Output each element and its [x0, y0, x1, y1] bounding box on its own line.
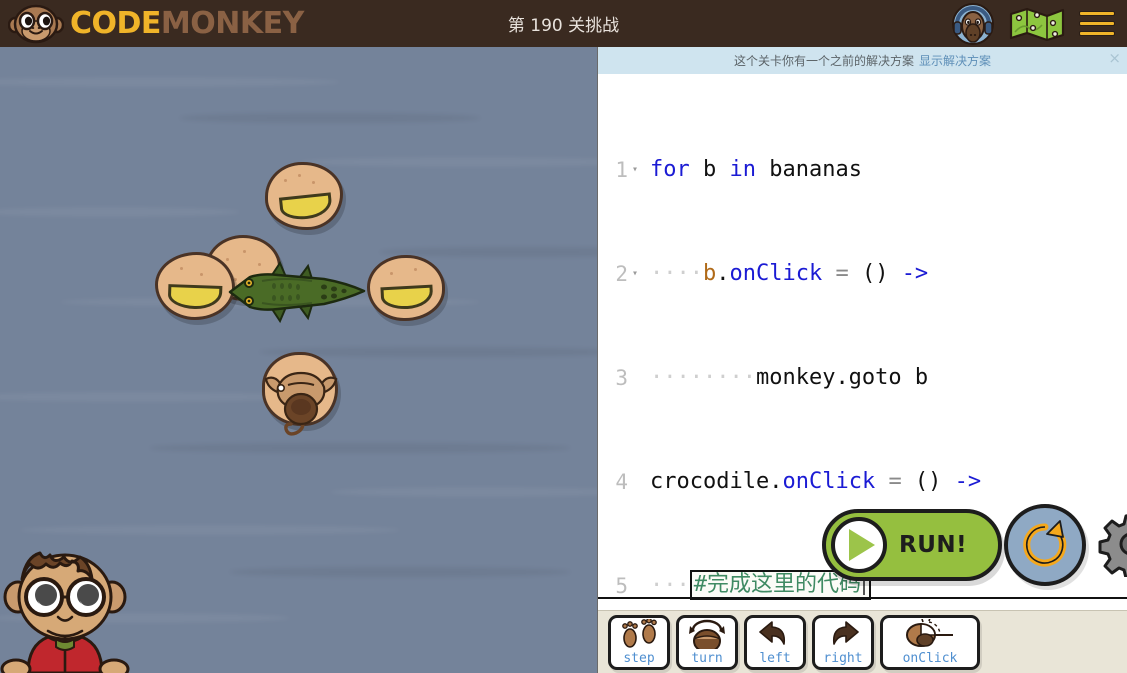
code-text: crocodile.onClick = () ->: [650, 469, 982, 494]
water-wave: [300, 157, 598, 167]
command-toolbar: step turn left right onClick: [598, 610, 1127, 673]
reset-refresh-icon: [1023, 520, 1067, 567]
snippet-underline: [598, 597, 1127, 599]
app-header: CODEMONKEY 第 190 关挑战: [0, 0, 1127, 47]
footsteps-icon: [611, 618, 667, 651]
water-wave: [230, 567, 570, 577]
previous-solution-notice: 这个关卡你有一个之前的解决方案 显示解决方案 ×: [598, 47, 1127, 74]
codemonkey-app: CODEMONKEY 第 190 关挑战 这个关卡你有一个之前的解决方案 显示解…: [0, 0, 1127, 673]
avatar-monkey-headphones-icon[interactable]: [951, 2, 995, 46]
water-wave: [180, 113, 480, 123]
line-number: 3: [615, 366, 628, 390]
tool-label: turn: [691, 650, 723, 666]
logo[interactable]: CODEMONKEY: [0, 4, 304, 44]
logo-wordmark: CODEMONKEY: [70, 5, 304, 41]
snippet-comment-text: #完成这里的代码: [693, 572, 861, 597]
water-wave: [150, 443, 570, 453]
code-line[interactable]: 3 ········monkey.goto b: [598, 365, 1127, 391]
turn-coconut-icon: [679, 618, 735, 651]
click-coconut-icon: [883, 618, 977, 651]
banana-icon: [380, 284, 434, 311]
banana-island-top[interactable]: [265, 162, 343, 230]
code-line[interactable]: 1 ▾ for b in bananas: [598, 157, 1127, 183]
fold-arrow-icon[interactable]: ▾: [628, 261, 642, 287]
fold-arrow-icon[interactable]: ▾: [628, 157, 642, 183]
code-line[interactable]: 4 crocodile.onClick = () ->: [598, 469, 1127, 495]
tool-label: right: [823, 650, 863, 666]
arrow-right-icon: [815, 618, 871, 651]
water-wave: [0, 392, 300, 402]
code-text: ····b.onClick = () ->: [650, 261, 929, 286]
run-button[interactable]: RUN!: [822, 509, 1002, 581]
banana-island-left[interactable]: [155, 252, 235, 320]
line-number: 4: [615, 470, 628, 494]
tool-turn-button[interactable]: turn: [676, 614, 738, 670]
tool-label: step: [623, 650, 655, 666]
code-text: ········monkey.goto b: [650, 365, 929, 390]
code-text: for b in bananas: [650, 157, 862, 182]
logo-code-text: CODE: [70, 5, 161, 41]
hamburger-bar: [1079, 21, 1115, 26]
line-number: 2: [615, 262, 628, 286]
map-icon[interactable]: [1009, 6, 1065, 42]
tool-label: left: [759, 650, 791, 666]
code-line[interactable]: 2 ▾ ····b.onClick = () ->: [598, 261, 1127, 287]
monkey-player[interactable]: [258, 347, 344, 439]
banana-island-right[interactable]: [367, 255, 445, 321]
header-actions: [951, 0, 1121, 47]
logo-monkey-text: MONKEY: [160, 5, 304, 41]
hamburger-menu-icon[interactable]: [1079, 11, 1115, 36]
water-wave: [330, 487, 598, 497]
monkey-head-icon: [8, 4, 64, 43]
crocodile[interactable]: [228, 257, 368, 327]
hamburger-bar: [1079, 11, 1115, 16]
tool-onclick-button[interactable]: onClick: [880, 614, 980, 670]
line-number: 1: [615, 158, 628, 182]
water-wave: [20, 525, 400, 535]
notice-message: 这个关卡你有一个之前的解决方案: [733, 54, 914, 68]
arrow-left-icon: [747, 618, 803, 651]
game-stage[interactable]: [0, 47, 598, 673]
banana-icon: [278, 192, 334, 222]
mascot-monkey: [0, 551, 130, 673]
tool-left-button[interactable]: left: [744, 614, 806, 670]
show-solution-link[interactable]: 显示解决方案: [919, 52, 991, 69]
line-number: 5: [615, 574, 628, 598]
banana-icon: [167, 284, 223, 310]
water-wave: [0, 207, 240, 217]
reset-button[interactable]: [1004, 504, 1086, 586]
tool-right-button[interactable]: right: [812, 614, 874, 670]
hamburger-bar: [1079, 31, 1115, 36]
water-wave: [0, 77, 340, 87]
close-icon[interactable]: ×: [1108, 51, 1121, 66]
tool-label: onClick: [902, 650, 958, 666]
play-icon: [831, 517, 887, 573]
gear-settings-icon[interactable]: [1098, 511, 1127, 577]
tool-step-button[interactable]: step: [608, 614, 670, 670]
run-button-label: RUN!: [899, 532, 968, 558]
